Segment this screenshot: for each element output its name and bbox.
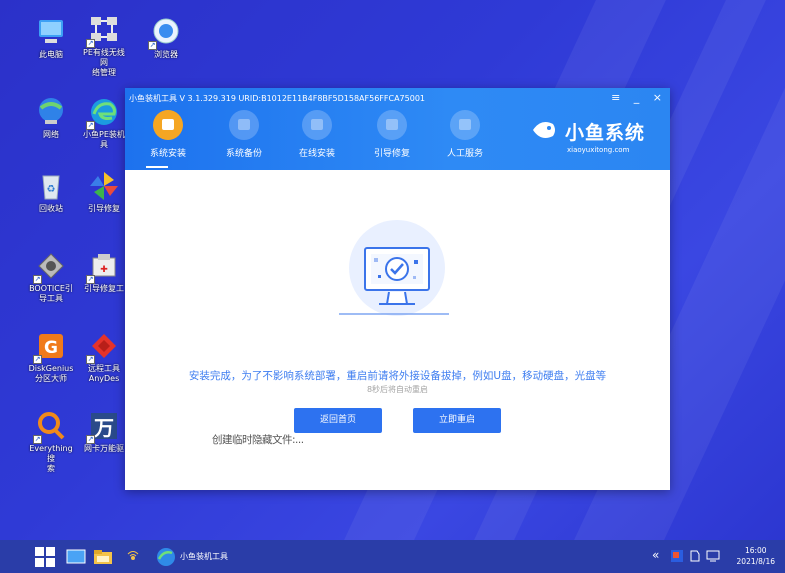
app-taskbar-icon[interactable] [156, 547, 176, 567]
tab-support[interactable]: 人工服务 [435, 110, 495, 159]
restart-now-button[interactable]: 立即重启 [413, 408, 501, 433]
desktop-icon-browser[interactable]: ↗ 浏览器 [142, 16, 190, 60]
fish-logo-icon [532, 122, 555, 138]
svg-text:万: 万 [93, 416, 114, 440]
computer-icon [35, 16, 67, 48]
boot-repair-icon [377, 110, 407, 140]
window-title: 小鱼装机工具 V 3.1.329.319 URID:B1012E11B4F8BF… [129, 94, 426, 103]
desktop-icon[interactable] [66, 548, 86, 566]
pinwheel-icon [88, 170, 120, 202]
wifi-signal-icon[interactable] [124, 548, 142, 566]
window-header: 小鱼装机工具 V 3.1.329.319 URID:B1012E11B4F8BF… [125, 88, 670, 170]
windows-start-icon[interactable] [35, 547, 55, 567]
content-area: 安装完成，为了不影响系统部署，重启前请将外接设备拔掉，例如U盘，移动硬盘，光盘等… [125, 170, 670, 490]
brand-name: 小鱼系统 [564, 122, 645, 144]
desktop-icon-recycle-bin[interactable]: ♻ 回收站 [27, 170, 75, 214]
overlay-status-text: 创建临时隐藏文件:... [212, 434, 304, 446]
tray-network-icon[interactable] [706, 549, 720, 563]
brand-url: xiaoyuxitong.com [566, 146, 630, 154]
diskgenius-icon: G ↗ [33, 330, 67, 364]
desktop-icon-wan-driver[interactable]: 万 ↗ 网卡万能驱 [80, 410, 128, 454]
browser-icon: ↗ [148, 16, 182, 50]
desktop-icon-anydesk[interactable]: ↗ 远程工具 AnyDes [80, 330, 128, 384]
network-manager-icon: ↗ [86, 14, 120, 48]
tray-app-icon[interactable] [670, 549, 684, 563]
taskbar: 小鱼装机工具 « 16:00 2021/8/16 [0, 540, 785, 573]
svg-text:♻: ♻ [47, 184, 56, 195]
desktop-icon-network-manager[interactable]: ↗ PE有线无线网 络管理 [80, 14, 128, 78]
svg-text:G: G [44, 338, 58, 358]
back-home-button[interactable]: 返回首页 [294, 408, 382, 433]
anydesk-icon: ↗ [86, 330, 120, 364]
tab-system-backup[interactable]: 系统备份 [214, 110, 274, 159]
wan-driver-icon: 万 ↗ [86, 410, 120, 444]
desktop-icon-xiaoyu-pe[interactable]: ↗ 小鱼PE装机 具 [80, 96, 128, 150]
recycle-bin-icon: ♻ [35, 170, 67, 202]
restart-countdown: 8秒后将自动重启 [366, 385, 429, 394]
taskbar-app-label[interactable]: 小鱼装机工具 [180, 551, 228, 562]
svg-text:✚: ✚ [100, 265, 108, 275]
window-controls: ≡ _ × [601, 91, 662, 104]
network-icon [35, 96, 67, 128]
tray-battery-icon[interactable] [688, 549, 702, 563]
clock-date: 2021/8/16 [736, 557, 775, 566]
desktop-icon-diskgenius[interactable]: G ↗ DiskGenius 分区大师 [27, 330, 75, 384]
bootfix-tool-icon: ✚ ↗ [86, 250, 120, 284]
active-tab-indicator [146, 166, 168, 168]
desktop-icon-network[interactable]: 网络 [27, 96, 75, 140]
tab-online-install[interactable]: 在线安装 [287, 110, 347, 159]
taskbar-clock[interactable]: 16:00 2021/8/16 [737, 545, 775, 567]
bootice-icon: ↗ [33, 250, 67, 284]
system-install-icon [153, 110, 183, 140]
install-complete-message: 安装完成，为了不影响系统部署，重启前请将外接设备拔掉，例如U盘，移动硬盘，光盘等 [188, 370, 607, 382]
tab-system-install[interactable]: 系统安装 [138, 110, 198, 159]
minimize-button[interactable]: _ [634, 91, 640, 104]
tab-boot-repair[interactable]: 引导修复 [362, 110, 422, 159]
file-explorer-icon[interactable] [93, 548, 113, 566]
online-install-icon [302, 110, 332, 140]
system-backup-icon [229, 110, 259, 140]
desktop-icon-everything[interactable]: ↗ Everything搜 索 [27, 410, 75, 474]
desktop-icon-bootice[interactable]: ↗ BOOTICE引 导工具 [27, 250, 75, 304]
brand-logo: 小鱼系统 xiaoyuxitong.com [532, 118, 645, 154]
app-window: 小鱼装机工具 V 3.1.329.319 URID:B1012E11B4F8BF… [125, 88, 670, 490]
install-complete-illustration [339, 220, 449, 316]
support-chat-icon [450, 110, 480, 140]
desktop-icon-this-pc[interactable]: 此电脑 [27, 16, 75, 60]
desktop-icon-boot-repair[interactable]: 引导修复 [80, 170, 128, 214]
menu-icon[interactable]: ≡ [611, 91, 620, 104]
everything-search-icon: ↗ [33, 410, 67, 444]
close-button[interactable]: × [653, 91, 662, 104]
edge-icon: ↗ [86, 96, 120, 130]
desktop-icon-bootfix-tool[interactable]: ✚ ↗ 引导修复工 [80, 250, 128, 294]
tray-expand-icon[interactable]: « [652, 548, 659, 562]
clock-time: 16:00 [744, 546, 767, 555]
